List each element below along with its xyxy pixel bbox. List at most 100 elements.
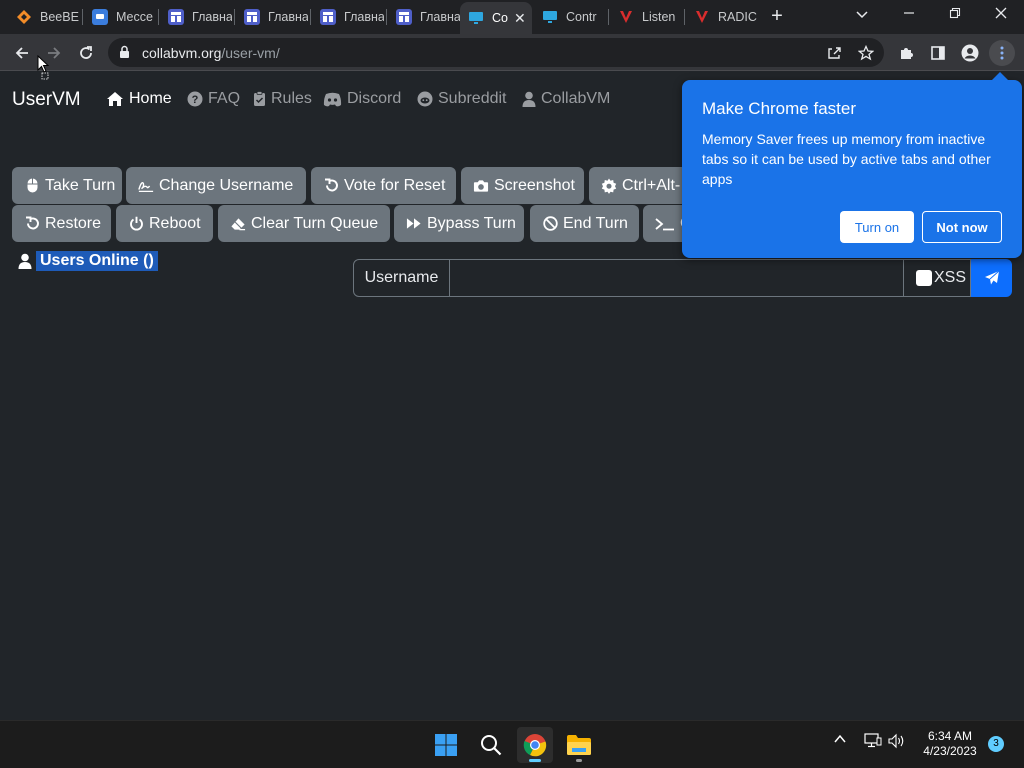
chat-input-group: Username XSS (353, 259, 1012, 297)
change-username-button[interactable]: Change Username (126, 167, 306, 204)
send-button[interactable] (971, 259, 1012, 297)
nav-discord[interactable]: Discord (323, 90, 401, 108)
svg-text:?: ? (192, 94, 199, 106)
chat-message-input[interactable] (450, 259, 904, 297)
nav-home[interactable]: Home (106, 90, 172, 108)
star-icon[interactable] (853, 40, 879, 66)
rotate-left-icon (323, 178, 339, 194)
chrome-icon (523, 734, 547, 757)
clear-turn-queue-button[interactable]: Clear Turn Queue (218, 205, 390, 242)
eraser-icon (230, 216, 246, 232)
site-favicon-icon (396, 9, 412, 25)
browser-tab[interactable]: Главна (160, 3, 232, 31)
taskbar-file-explorer[interactable] (561, 727, 597, 763)
reload-icon (80, 46, 92, 59)
v-favicon-icon (618, 9, 634, 25)
side-panel-icon[interactable] (925, 40, 951, 66)
browser-tab-active[interactable]: Co ✕ (460, 2, 532, 34)
clock-date: 4/23/2023 (923, 744, 977, 758)
ctrl-alt-del-button[interactable]: Ctrl+Alt- (589, 167, 682, 204)
xss-checkbox[interactable] (916, 270, 932, 286)
turn-on-button[interactable]: Turn on (840, 211, 914, 243)
start-button[interactable] (428, 727, 464, 763)
bypass-turn-button[interactable]: Bypass Turn (394, 205, 524, 242)
network-icon[interactable] (864, 733, 882, 752)
user-icon (18, 253, 32, 269)
close-tab-icon[interactable]: ✕ (514, 10, 526, 27)
profile-icon[interactable] (957, 40, 983, 66)
screenshot-button[interactable]: Screenshot (461, 167, 584, 204)
terminal-icon (655, 216, 675, 232)
v-favicon-icon (694, 9, 710, 25)
xss-toggle[interactable]: XSS (904, 259, 971, 297)
lock-icon[interactable] (119, 45, 130, 64)
url-text[interactable]: collabvm.org/user-vm/ (142, 45, 280, 61)
beebeep-favicon-icon (16, 9, 32, 25)
windows-taskbar: 6:34 AM 4/23/2023 3 (0, 720, 1024, 768)
messenger-favicon-icon (92, 9, 108, 25)
forward-icon (406, 216, 422, 232)
tab-search-chevron-down-icon[interactable] (848, 3, 876, 27)
paper-plane-icon (984, 270, 999, 285)
browser-tab[interactable]: Главна (312, 3, 384, 31)
new-tab-button[interactable]: + (766, 5, 788, 27)
browser-toolbar: collabvm.org/user-vm/ (0, 34, 1024, 71)
question-icon: ? (187, 91, 203, 107)
browser-tab[interactable]: Главна (236, 3, 308, 31)
user-icon (522, 91, 536, 107)
reload-button[interactable] (73, 40, 99, 66)
camera-icon (473, 178, 489, 194)
taskbar-chrome[interactable] (517, 727, 553, 763)
signature-icon (138, 178, 154, 194)
restore-button[interactable]: Restore (12, 205, 111, 242)
browser-tab[interactable]: Главна (388, 3, 460, 31)
volume-icon[interactable] (888, 733, 906, 752)
clipboard-icon (254, 91, 265, 106)
nav-rules[interactable]: Rules (253, 90, 312, 108)
users-online-header: Users Online () (18, 251, 158, 271)
browser-tab[interactable]: Listen (610, 3, 682, 31)
not-now-button[interactable]: Not now (922, 211, 1002, 243)
browser-tab[interactable]: BeeBE (8, 3, 80, 31)
share-icon[interactable] (821, 40, 847, 66)
reboot-button[interactable]: Reboot (116, 205, 213, 242)
extensions-puzzle-icon[interactable] (893, 40, 919, 66)
take-turn-button[interactable]: Take Turn (12, 167, 122, 204)
monitor-favicon-icon (468, 10, 484, 26)
home-icon (107, 92, 123, 106)
power-icon (128, 216, 144, 232)
popup-title: Make Chrome faster (702, 99, 856, 118)
tab-strip: BeeBE Мессе Главна Главна Главна Главна (0, 0, 1024, 34)
restore-button[interactable] (941, 3, 969, 27)
browser-tab[interactable]: Contr (534, 3, 606, 31)
nav-collabvm[interactable]: CollabVM (522, 90, 610, 108)
address-bar[interactable]: collabvm.org/user-vm/ (108, 38, 884, 67)
browser-tab[interactable]: Мессе (84, 3, 156, 31)
taskbar-search-button[interactable] (473, 727, 509, 763)
show-hidden-icons-chevron-up-icon[interactable] (834, 733, 846, 748)
nav-subreddit[interactable]: Subreddit (417, 90, 507, 108)
back-button[interactable] (9, 40, 35, 66)
notification-badge[interactable]: 3 (988, 736, 1004, 752)
end-turn-button[interactable]: End Turn (530, 205, 639, 242)
clock-time: 6:34 AM (927, 729, 973, 743)
site-brand[interactable]: UserVM (12, 89, 81, 111)
browser-tab[interactable]: RADIC (686, 3, 758, 31)
close-window-button[interactable] (987, 3, 1015, 27)
mouse-icon (24, 178, 40, 194)
minimize-button[interactable] (895, 3, 923, 27)
taskbar-clock[interactable]: 6:34 AM 4/23/2023 (916, 729, 984, 759)
nav-faq[interactable]: ? FAQ (187, 90, 240, 108)
monitor-favicon-icon (542, 9, 558, 25)
gear-icon (601, 178, 617, 194)
site-favicon-icon (168, 9, 184, 25)
username-button[interactable]: Username (353, 259, 450, 297)
menu-kebab-icon[interactable] (989, 40, 1015, 66)
arrow-left-icon (15, 47, 28, 59)
mouse-cursor-icon (37, 54, 57, 86)
windows-logo-icon (435, 734, 457, 756)
terminal-button[interactable]: C (643, 205, 682, 242)
vote-for-reset-button[interactable]: Vote for Reset (311, 167, 456, 204)
discord-icon (323, 92, 342, 106)
site-favicon-icon (320, 9, 336, 25)
